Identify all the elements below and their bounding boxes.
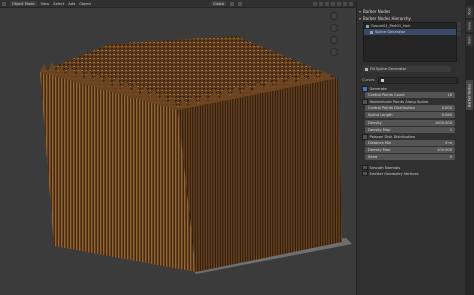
hair-front-right-face bbox=[178, 78, 342, 272]
pan-hand-icon[interactable] bbox=[330, 24, 338, 32]
field-value: 100.000 bbox=[437, 148, 452, 153]
density-map-field[interactable]: Density Map 1 bbox=[365, 126, 455, 133]
zoom-icon[interactable] bbox=[330, 12, 338, 20]
field-value: 1000.000 bbox=[434, 120, 452, 125]
perspective-toggle-icon[interactable] bbox=[330, 48, 338, 56]
field-label: Control Points Distribution bbox=[368, 106, 416, 111]
poisson-label: Poisson Disk Distribution bbox=[369, 134, 416, 139]
control-points-count-field[interactable]: Control Points Count 16 bbox=[365, 92, 455, 98]
tab-label: View bbox=[467, 21, 472, 31]
poisson-checkbox[interactable] bbox=[362, 134, 368, 140]
curve-icon bbox=[381, 78, 385, 82]
tab-label: Tool bbox=[467, 8, 472, 16]
curves-field[interactable] bbox=[378, 76, 459, 84]
field-label: Density bbox=[368, 120, 382, 125]
redistribute-checkbox[interactable] bbox=[362, 99, 368, 105]
spline-icon bbox=[365, 67, 368, 71]
section-title: Barber Nodes bbox=[363, 9, 391, 14]
smooth-normals-checkbox[interactable] bbox=[362, 164, 368, 171]
list-item-label: Groom01_Part01_Hair bbox=[371, 24, 411, 28]
list-controls bbox=[457, 22, 461, 37]
generator-type-dropdown[interactable]: Fill Spline Generator bbox=[363, 66, 451, 72]
tab-barber-nodes[interactable]: Barber Nodes bbox=[466, 80, 473, 110]
navigation-gizmo bbox=[324, 12, 344, 70]
hair-grid-render bbox=[40, 36, 352, 274]
remove-icon[interactable] bbox=[457, 27, 461, 31]
emitter-vertices-checkbox[interactable] bbox=[362, 170, 368, 177]
tab-tool[interactable]: Tool bbox=[466, 6, 473, 18]
density-max-field[interactable]: Density Max 100.000 bbox=[365, 147, 455, 154]
seed-field[interactable]: Seed 0 bbox=[365, 154, 455, 161]
list-item-label: Spline Generator bbox=[375, 30, 406, 34]
tab-view[interactable]: View bbox=[466, 20, 473, 32]
generate-checkbox[interactable] bbox=[362, 86, 368, 92]
sidebar-tabs: Barber Nodes Tool View Item bbox=[465, 0, 474, 295]
density-field[interactable]: Density 1000.000 bbox=[365, 119, 455, 126]
collapse-icon bbox=[359, 10, 361, 13]
spline-length-field[interactable]: Spline Length 0.060 bbox=[365, 112, 455, 119]
field-value: 16 bbox=[447, 93, 452, 97]
field-value: 1 bbox=[449, 127, 452, 132]
list-item[interactable]: Spline Generator bbox=[364, 29, 456, 35]
field-label: Distance Min bbox=[368, 140, 392, 145]
field-label: Seed bbox=[368, 155, 377, 160]
emitter-vertices-checkbox-row[interactable]: Emitter Geometry Vertices bbox=[362, 170, 464, 177]
hierarchy-list[interactable]: Groom01_Part01_Hair Spline Generator bbox=[363, 22, 457, 62]
generate-label: Generate bbox=[369, 87, 387, 91]
field-label: Spline Length bbox=[368, 113, 393, 118]
control-points-distribution-field[interactable]: Control Points Distribution 0.000 bbox=[365, 105, 455, 112]
add-icon[interactable] bbox=[457, 22, 461, 26]
collapse-icon bbox=[359, 17, 361, 20]
field-value: 0.060 bbox=[441, 113, 452, 118]
section-barber-nodes[interactable]: Barber Nodes bbox=[359, 8, 464, 15]
barber-nodes-panel: Barber Nodes Barber Nodes Hierarchy Groo… bbox=[359, 8, 464, 177]
generator-icon bbox=[370, 30, 373, 34]
field-value: 0 m bbox=[445, 140, 452, 145]
field-label: Density Max bbox=[368, 148, 391, 153]
distance-min-field[interactable]: Distance Min 0 m bbox=[365, 139, 455, 146]
field-value: 0 bbox=[449, 155, 452, 160]
section-title: Barber Nodes Hierarchy bbox=[363, 16, 411, 21]
tab-label: Barber Nodes bbox=[467, 83, 472, 107]
camera-view-icon[interactable] bbox=[330, 36, 338, 44]
field-label: Control Points Count bbox=[368, 93, 405, 97]
curves-label: Curves bbox=[362, 78, 375, 82]
tab-label: Item bbox=[467, 36, 472, 44]
sidebar-panel: Barber Nodes Tool View Item Barber Nodes… bbox=[356, 0, 474, 295]
smooth-normals-label: Smooth Normals bbox=[369, 165, 401, 170]
redistribute-label: Redistribute Points Along Spline bbox=[369, 100, 429, 105]
tab-item[interactable]: Item bbox=[466, 34, 473, 46]
emitter-vertices-label: Emitter Geometry Vertices bbox=[369, 171, 419, 176]
generator-name: Fill Spline Generator bbox=[370, 67, 407, 71]
3d-viewport[interactable]: Object Mode View Select Add Object Globa… bbox=[0, 0, 356, 295]
hair-object-icon bbox=[366, 24, 369, 28]
section-hierarchy[interactable]: Barber Nodes Hierarchy bbox=[359, 15, 464, 22]
blender-window: Object Mode View Select Add Object Globa… bbox=[0, 0, 474, 295]
chevron-down-icon[interactable] bbox=[457, 32, 461, 36]
field-value: 0.000 bbox=[441, 106, 452, 111]
field-label: Density Map bbox=[368, 127, 391, 132]
